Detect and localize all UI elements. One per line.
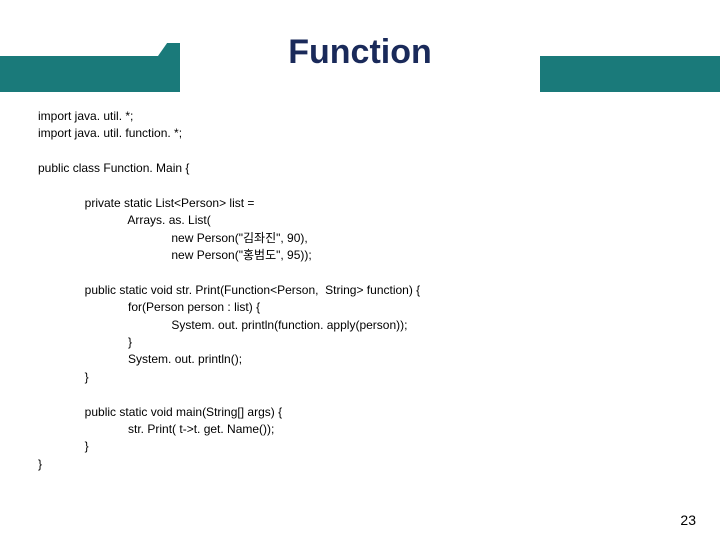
code-line: System. out. println(); [38, 352, 242, 366]
code-line: Arrays. as. List( [38, 213, 211, 227]
code-line: new Person("홍범도", 95)); [38, 248, 312, 262]
code-line: System. out. println(function. apply(per… [38, 318, 407, 332]
code-line: public static void main(String[] args) { [38, 405, 282, 419]
title-container: Function [180, 12, 540, 92]
slide: Function import java. util. *; import ja… [0, 0, 720, 540]
code-line: } [38, 457, 42, 471]
code-line: private static List<Person> list = [38, 196, 254, 210]
code-line: str. Print( t->t. get. Name()); [38, 422, 274, 436]
code-line: } [38, 335, 132, 349]
code-line: public static void str. Print(Function<P… [38, 283, 420, 297]
page-number: 23 [680, 512, 696, 528]
code-line: public class Function. Main { [38, 161, 189, 175]
code-block: import java. util. *; import java. util.… [38, 108, 690, 473]
code-line: import java. util. function. *; [38, 126, 182, 140]
code-line: for(Person person : list) { [38, 300, 260, 314]
slide-title: Function [288, 33, 432, 72]
code-line: new Person("김좌진", 90), [38, 231, 308, 245]
code-line: } [38, 439, 89, 453]
code-line: } [38, 370, 89, 384]
code-line: import java. util. *; [38, 109, 133, 123]
